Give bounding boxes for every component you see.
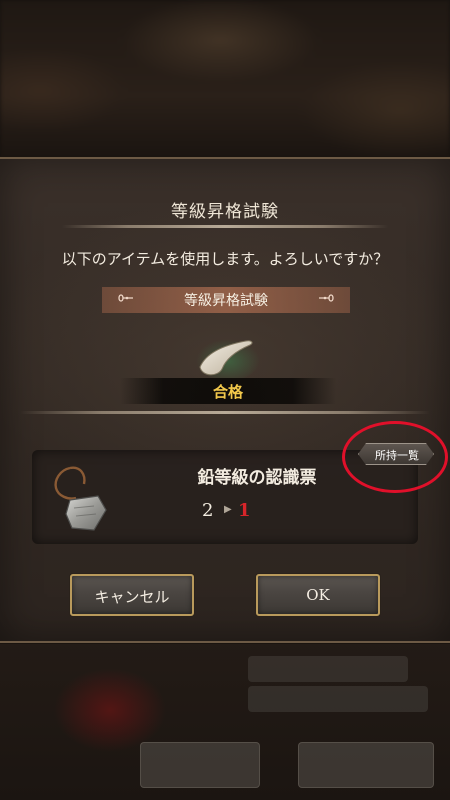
- identification-tag-icon: [40, 458, 116, 538]
- title-divider: [62, 225, 388, 228]
- background-button: [298, 742, 434, 788]
- promotion-dialog: 等級昇格試験 以下のアイテムを使用します。よろしいですか？ 等級昇格試験 合格 …: [0, 157, 450, 643]
- banner-label: 等級昇格試験: [184, 293, 268, 309]
- item-banner: 等級昇格試験: [102, 287, 350, 313]
- horn-icon: [192, 333, 262, 383]
- quantity-after: 1: [238, 500, 251, 521]
- cancel-button-label: キャンセル: [94, 588, 170, 606]
- quantity-before: 2: [202, 500, 214, 521]
- ornament-right-icon: [318, 291, 334, 310]
- ok-button[interactable]: OK: [256, 574, 380, 616]
- ok-button-label: OK: [306, 586, 330, 604]
- quantity-change: 2 ▶ 1: [202, 500, 312, 522]
- game-screen: 等級昇格試験 以下のアイテムを使用します。よろしいですか？ 等級昇格試験 合格 …: [0, 0, 450, 800]
- background-row: [248, 686, 428, 712]
- arrow-right-icon: ▶: [224, 504, 232, 515]
- result-banner: 合格: [120, 378, 336, 404]
- cancel-button[interactable]: キャンセル: [70, 574, 194, 616]
- highlight-circle: [342, 421, 448, 493]
- background-button: [140, 742, 260, 788]
- dialog-title: 等級昇格試験: [171, 202, 279, 222]
- result-label: 合格: [212, 383, 243, 401]
- section-divider: [20, 411, 430, 414]
- background-scene-top: [0, 0, 450, 160]
- confirm-message: 以下のアイテムを使用します。よろしいですか？: [61, 250, 389, 268]
- background-row: [248, 656, 408, 682]
